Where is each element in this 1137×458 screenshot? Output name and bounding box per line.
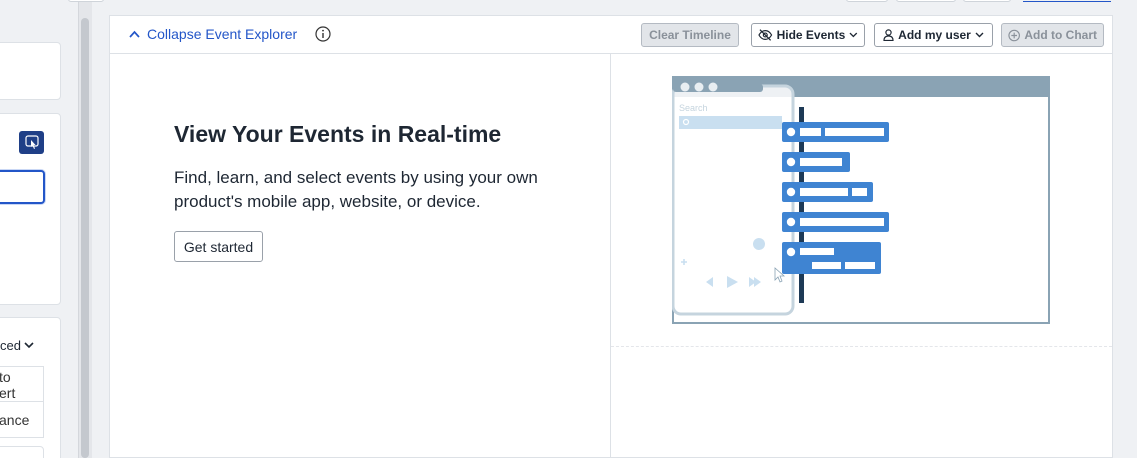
hide-events-label: Hide Events [776, 28, 846, 42]
event-explorer-header: Collapse Event Explorer Clear Timeline H… [110, 16, 1112, 54]
empty-state-title: View Your Events in Real-time [174, 121, 502, 147]
eye-slash-icon [758, 29, 773, 41]
top-fragment [846, 0, 888, 2]
top-fragment [963, 0, 1011, 2]
hide-events-button[interactable]: Hide Events [751, 23, 865, 47]
illustration-panel: Search [611, 54, 1112, 458]
illustration-search-text: Search [679, 103, 708, 113]
clear-timeline-button[interactable]: Clear Timeline [641, 23, 739, 47]
empty-state-panel: View Your Events in Real-time Find, lear… [110, 54, 611, 458]
add-my-user-button[interactable]: Add my user [874, 23, 993, 47]
left-table-cell: ance [0, 401, 44, 438]
chevron-down-icon [24, 342, 34, 349]
chevron-down-icon [975, 32, 984, 38]
top-fragment [896, 0, 956, 2]
event-timeline-illustration: Search [672, 76, 1050, 324]
collapse-label: Collapse Event Explorer [147, 26, 298, 42]
user-icon [883, 29, 894, 41]
scrollbar-thumb[interactable] [81, 18, 89, 458]
left-dropdown-label: ced [0, 338, 21, 353]
top-link-fragment[interactable] [1023, 0, 1111, 2]
get-started-button[interactable]: Get started [174, 231, 263, 262]
panel-divider [611, 346, 1112, 347]
chevron-down-icon [849, 32, 858, 38]
add-my-user-label: Add my user [898, 28, 971, 42]
plus-circle-icon [1008, 29, 1020, 41]
clear-timeline-label: Clear Timeline [649, 28, 731, 42]
info-icon[interactable] [315, 26, 331, 42]
left-input-field[interactable] [0, 170, 45, 204]
collapse-event-explorer-button[interactable]: Collapse Event Explorer [129, 26, 297, 42]
empty-state-description: Find, learn, and select events by using … [174, 168, 538, 211]
top-fragment [68, 0, 104, 2]
left-table-cell [0, 446, 44, 458]
add-to-chart-button[interactable]: Add to Chart [1001, 23, 1104, 47]
left-card [0, 42, 61, 100]
left-dropdown[interactable]: ced [0, 338, 34, 353]
add-to-chart-label: Add to Chart [1024, 28, 1097, 42]
pointer-icon [24, 134, 39, 149]
event-explorer: Collapse Event Explorer Clear Timeline H… [109, 15, 1113, 458]
left-panel: ced to ert ance [0, 0, 70, 458]
chevron-up-icon [129, 30, 140, 38]
pointer-select-button[interactable] [19, 131, 44, 154]
left-table-cell: to ert [0, 366, 44, 402]
